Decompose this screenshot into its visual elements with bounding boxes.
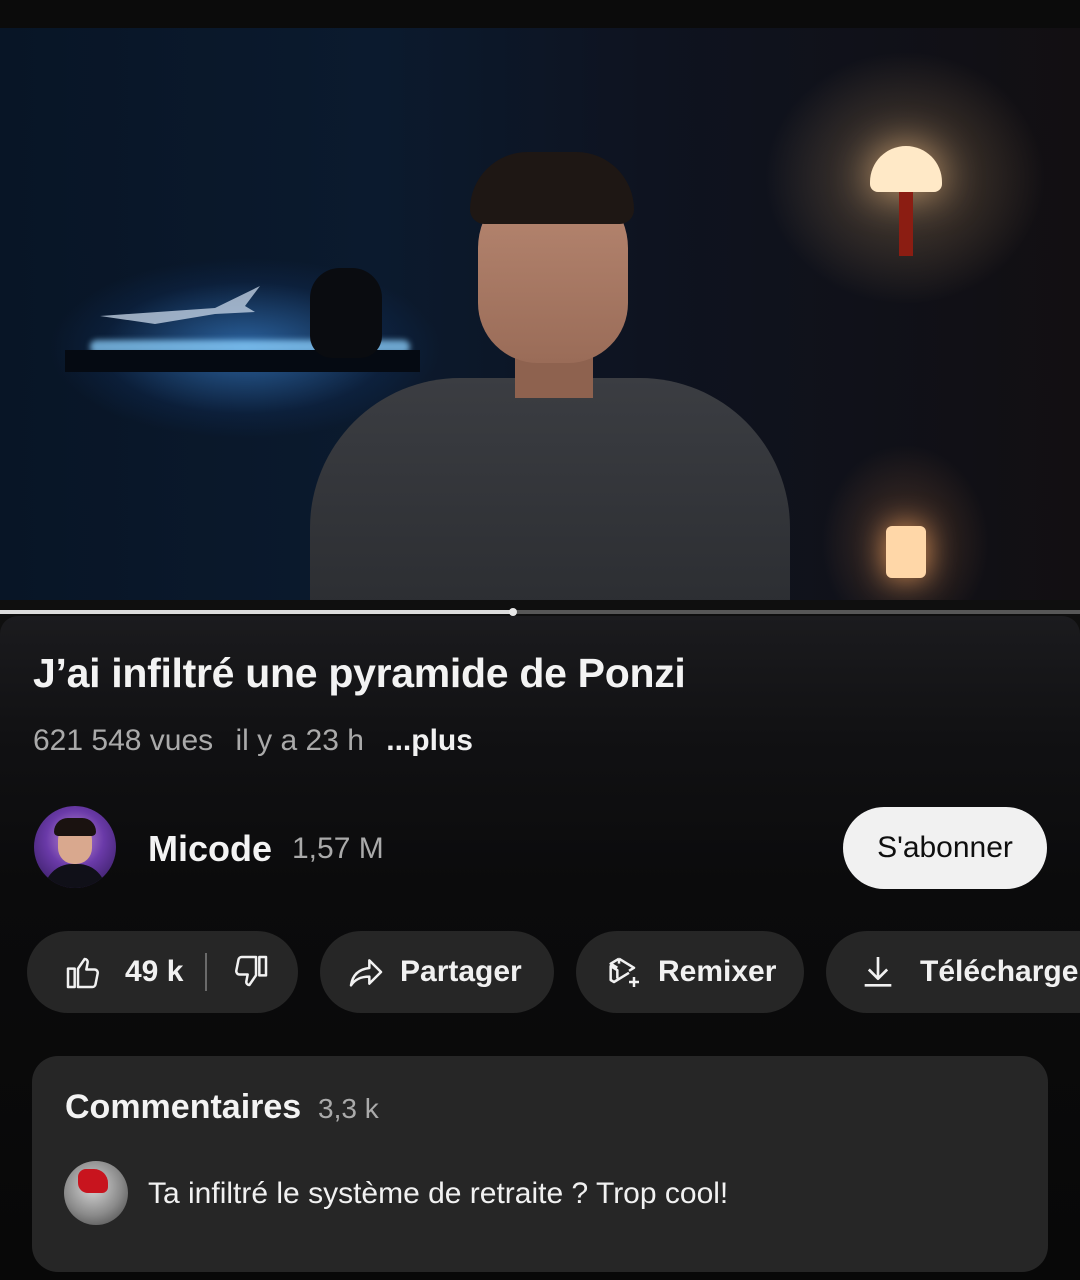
channel-avatar[interactable] bbox=[34, 806, 116, 888]
download-button[interactable]: Télécharger bbox=[826, 931, 1080, 1013]
subscriber-count: 1,57 M bbox=[292, 832, 384, 865]
comments-count: 3,3 k bbox=[318, 1093, 379, 1124]
video-progress-bar[interactable] bbox=[0, 608, 1080, 616]
subscribe-button[interactable]: S'abonner bbox=[843, 807, 1047, 889]
remix-icon bbox=[609, 957, 639, 987]
comments-panel[interactable]: Commentaires 3,3 k Ta infiltré le systèm… bbox=[32, 1056, 1048, 1272]
progress-scrubber[interactable] bbox=[509, 608, 517, 616]
view-count: 621 548 vues bbox=[33, 724, 214, 757]
share-label: Partager bbox=[400, 955, 522, 988]
video-meta[interactable]: 621 548 vues il y a 23 h ...plus bbox=[33, 724, 487, 758]
video-player[interactable] bbox=[0, 28, 1080, 600]
person-body bbox=[310, 378, 790, 600]
model-plane bbox=[100, 286, 260, 324]
status-bar-strip bbox=[0, 0, 1080, 28]
plant-pot bbox=[310, 268, 382, 358]
remix-button[interactable]: Remixer bbox=[576, 931, 804, 1013]
share-arrow-icon bbox=[349, 959, 383, 987]
share-button[interactable]: Partager bbox=[320, 931, 554, 1013]
person-hair bbox=[470, 152, 634, 224]
more-link[interactable]: ...plus bbox=[386, 724, 473, 757]
download-icon bbox=[864, 957, 892, 987]
video-title: J’ai infiltré une pyramide de Ponzi bbox=[33, 650, 686, 696]
comments-title: Commentaires bbox=[65, 1088, 302, 1126]
lamp-stem bbox=[899, 192, 913, 256]
download-label: Télécharger bbox=[920, 955, 1080, 988]
upload-age: il y a 23 h bbox=[235, 724, 364, 757]
channel-name[interactable]: Micode bbox=[148, 828, 272, 870]
remix-label: Remixer bbox=[658, 955, 777, 988]
progress-fill bbox=[0, 610, 513, 614]
commenter-avatar bbox=[64, 1161, 128, 1225]
like-dislike-pill: 49 k bbox=[27, 931, 298, 1013]
like-count[interactable]: 49 k bbox=[125, 955, 183, 989]
like-separator bbox=[205, 953, 208, 991]
candle-light bbox=[886, 526, 926, 578]
thumbs-down-icon[interactable] bbox=[231, 952, 271, 992]
lamp-shade bbox=[870, 146, 942, 192]
thumbs-up-icon[interactable] bbox=[63, 952, 103, 992]
top-comment-text: Ta infiltré le système de retraite ? Tro… bbox=[148, 1177, 729, 1210]
